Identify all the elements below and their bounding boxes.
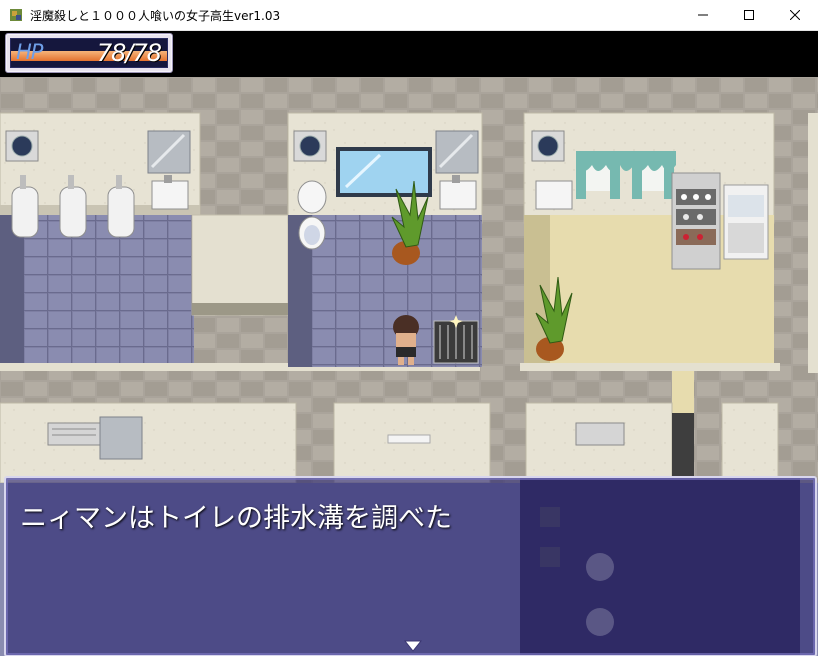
minimize-icon (698, 14, 708, 16)
game-app-icon (10, 9, 22, 21)
middle-restroom (287, 112, 483, 367)
floor-drain (433, 315, 479, 364)
hp-value: 78/78 (96, 39, 162, 67)
next-arrow-icon[interactable] (404, 640, 422, 652)
message-text: ニィマンはトイレの排水溝を調べた (20, 503, 452, 534)
kitchen-shelf (671, 172, 721, 270)
hp-gauge: HP 78/78 (5, 33, 173, 73)
message-window[interactable]: ニィマンはトイレの排水溝を調べた (4, 476, 817, 656)
game-viewport[interactable]: HP 78/78 ニィマンはトイレの排水溝を調べた (0, 31, 818, 656)
washing-machine (723, 184, 769, 260)
window-title: 淫魔殺しと１０００人喰いの女子高生ver1.03 (30, 9, 281, 23)
hud-bar: HP 78/78 (0, 31, 818, 77)
window-titlebar: 淫魔殺しと１０００人喰いの女子高生ver1.03 (0, 0, 818, 31)
maximize-icon (744, 10, 754, 20)
hp-gauge-frame: HP 78/78 (10, 38, 168, 68)
maximize-button[interactable] (726, 0, 772, 30)
hp-label: HP (16, 40, 43, 64)
minimize-button[interactable] (680, 0, 726, 30)
close-button[interactable] (772, 0, 818, 30)
close-icon (790, 10, 800, 20)
